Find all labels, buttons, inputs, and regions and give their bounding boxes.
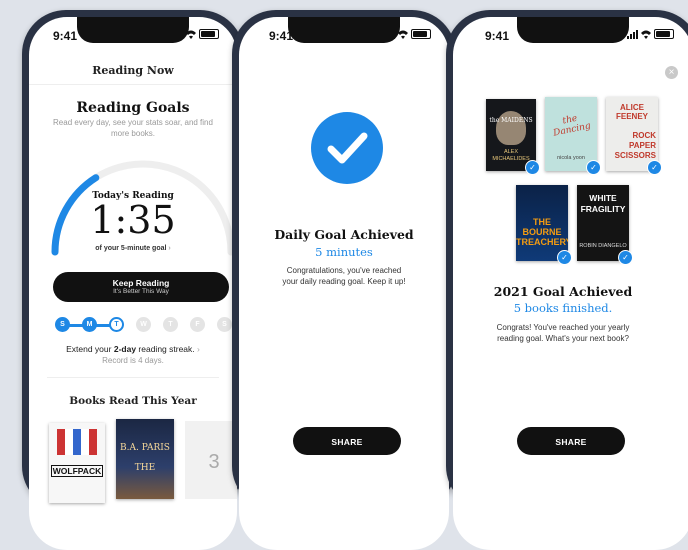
status-icons (172, 29, 219, 39)
weekly-streak: SMTWTFS (55, 317, 237, 337)
cover-author: ALICE FEENEY (615, 103, 648, 121)
cover-author: B.A. PARIS (120, 443, 170, 453)
checkmark-icon (311, 112, 383, 184)
book-cover-the-bourne-treachery[interactable]: THE BOURNE TREACHERY ✓ (516, 185, 572, 265)
status-icons (384, 29, 431, 39)
goal-caption: of your 5-minute goal › (95, 245, 171, 252)
close-icon[interactable]: × (665, 66, 678, 79)
checkmark-badge-icon: ✓ (525, 160, 540, 175)
signal-icon (627, 29, 638, 39)
phone-daily-goal: 9:41 Daily Goal Achieved 5 minutes Congr… (232, 10, 456, 550)
cover-title: THE BOURNE TREACHERY (516, 217, 568, 247)
book-cover-rock-paper-scissors[interactable]: ALICE FEENEY ROCK PAPER SCISSORS ✓ (606, 97, 662, 175)
page-header: Reading Now (92, 64, 174, 77)
battery-icon (411, 29, 431, 39)
more-books-tile[interactable]: 3 (185, 421, 237, 499)
screen-reading-now: 9:41 Reading Now Reading Goals Read ever… (29, 17, 237, 550)
cover-title: THE (134, 463, 156, 473)
phone-yearly-goal: 9:41 × the MAIDENS ALEX MICHAELIDES ✓ th… (446, 10, 688, 550)
streak-record: Record is 4 days. (102, 356, 164, 365)
more-books-count: 3 (208, 451, 220, 473)
daily-goal-subtitle: 5 minutes (315, 245, 373, 259)
yearly-goal-message-line2: reading goal. What's your next book? (497, 334, 629, 343)
signal-icon (384, 29, 395, 39)
streak-day-0: S (55, 317, 70, 332)
streak-day-3: W (136, 317, 151, 332)
cover-title: the Dancing (552, 113, 592, 139)
keep-reading-label: Keep Reading (112, 278, 170, 288)
status-time: 9:41 (53, 29, 78, 43)
wifi-icon (641, 30, 651, 39)
cover-author: ROBIN DIANGELO (579, 243, 627, 249)
streak-day-2: T (109, 317, 124, 332)
share-button[interactable]: SHARE (293, 427, 401, 455)
streak-day-5: F (190, 317, 205, 332)
wifi-icon (398, 30, 408, 39)
yearly-goal-subtitle: 5 books finished. (513, 301, 613, 315)
share-label: SHARE (331, 437, 363, 447)
battery-icon (654, 29, 674, 39)
notch (517, 17, 629, 43)
screen-yearly-goal: 9:41 × the MAIDENS ALEX MICHAELIDES ✓ th… (453, 17, 688, 550)
checkmark-badge-icon: ✓ (586, 160, 601, 175)
streak-day-6: S (217, 317, 232, 332)
daily-goal-title: Daily Goal Achieved (274, 227, 414, 242)
streak-day-4: T (163, 317, 178, 332)
book-cover-white-fragility[interactable]: WHITE FRAGILITY ROBIN DIANGELO ✓ (577, 185, 633, 265)
battery-icon (199, 29, 219, 39)
cover-title: WOLFPACK (51, 465, 103, 477)
status-time: 9:41 (269, 29, 294, 43)
chevron-right-icon: › (197, 344, 200, 354)
cover-title: ROCK PAPER SCISSORS (614, 131, 656, 160)
checkmark-badge-icon: ✓ (647, 160, 662, 175)
checkmark-badge-icon: ✓ (557, 250, 572, 265)
streak-text: Extend your 2-day reading streak. › (66, 344, 200, 354)
cover-author: ALEX MICHAELIDES (492, 149, 530, 162)
screen-daily-goal: 9:41 Daily Goal Achieved 5 minutes Congr… (239, 17, 449, 550)
chevron-right-icon: › (168, 245, 171, 252)
book-cover-the-maidens[interactable]: the MAIDENS ALEX MICHAELIDES ✓ (486, 99, 540, 175)
book-cover-dancing[interactable]: the Dancing nicola yoon ✓ (545, 97, 601, 175)
share-label: SHARE (555, 437, 587, 447)
checkmark-badge-icon: ✓ (618, 250, 633, 265)
reading-goals-desc-line1: Read every day, see your stats soar, and… (53, 118, 213, 127)
wifi-icon (186, 30, 196, 39)
book-cover-ba-paris[interactable]: B.A. PARIS THE (116, 419, 174, 499)
yearly-goal-message-line1: Congrats! You've reached your yearly (496, 323, 630, 332)
todays-reading-time: 1:35 (90, 198, 176, 242)
header-divider (29, 84, 237, 85)
cover-stripes (57, 429, 97, 455)
status-icons (627, 29, 674, 39)
book-cover-wolfpack[interactable]: WOLFPACK (49, 423, 105, 503)
yearly-goal-title: 2021 Goal Achieved (493, 284, 633, 299)
books-read-title: Books Read This Year (69, 395, 197, 407)
reading-goals-desc-line2: more books. (110, 129, 156, 138)
keep-reading-button[interactable]: Keep Reading It's Better This Way (53, 272, 229, 302)
daily-goal-message-line2: your daily reading goal. Keep it up! (282, 277, 406, 286)
share-button[interactable]: SHARE (517, 427, 625, 455)
section-divider (47, 377, 219, 378)
daily-goal-message-line1: Congratulations, you've reached (286, 266, 402, 275)
keep-reading-sublabel: It's Better This Way (113, 288, 169, 295)
reading-goals-title: Reading Goals (76, 100, 190, 116)
streak-day-1: M (82, 317, 97, 332)
status-time: 9:41 (485, 29, 510, 43)
cover-title: WHITE FRAGILITY (580, 193, 626, 214)
cover-title: the MAIDENS (489, 117, 533, 124)
signal-icon (172, 29, 183, 39)
phone-reading-now: 9:41 Reading Now Reading Goals Read ever… (22, 10, 244, 550)
